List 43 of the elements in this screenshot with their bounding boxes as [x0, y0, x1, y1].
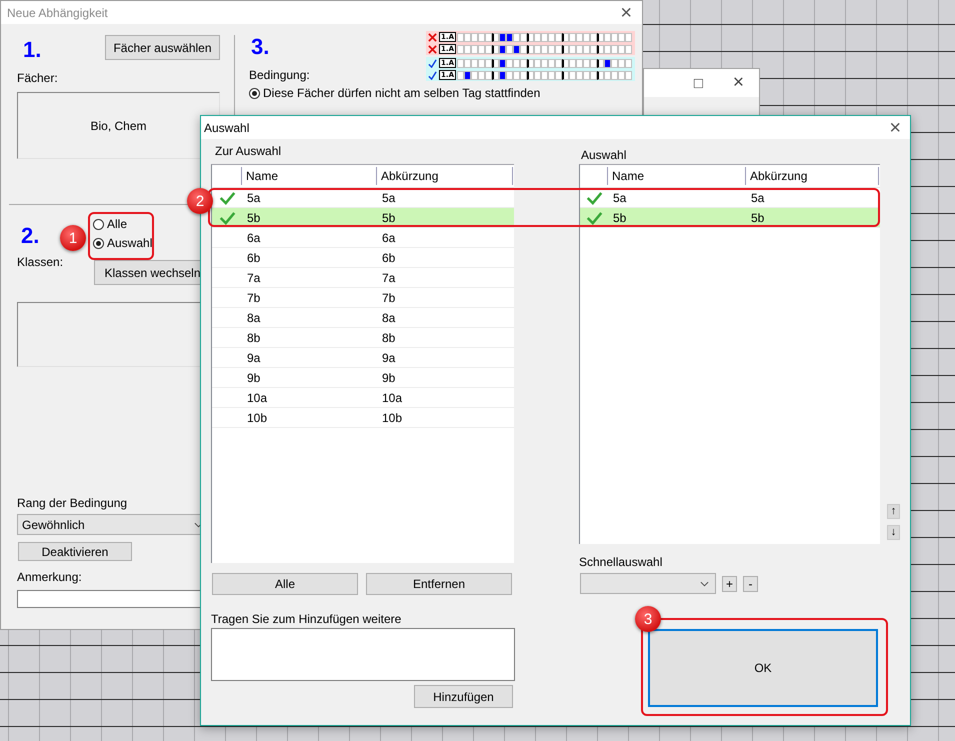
table-cell-text: 5a — [246, 190, 262, 204]
table-cell-text: 10a — [246, 390, 268, 404]
field-label: Rang der Bedingung — [17, 496, 128, 510]
table-cell-text: 8a — [246, 310, 262, 324]
table-cell-text: 10b — [381, 410, 404, 424]
subjects-text: Bio, Chem — [90, 118, 147, 132]
table-cell-text: 7a — [381, 270, 396, 284]
table-cell-text: 5b — [612, 210, 628, 224]
table-cell-text: 7b — [246, 290, 262, 304]
field-label: Schnellauswahl — [579, 555, 662, 569]
table-cell-text: 6b — [246, 250, 262, 264]
table-cell-text: 5b — [246, 210, 262, 224]
field-label: Anmerkung: — [17, 570, 82, 584]
table-cell-text: 9b — [381, 370, 396, 384]
table-cell-text: 10a — [381, 390, 404, 404]
table-cell-text: 5b — [381, 210, 396, 224]
table-cell-text: 7a — [246, 270, 262, 284]
table-cell-text: 10b — [246, 410, 268, 424]
table-cell-text: 6a — [381, 230, 396, 244]
table-cell-text: 5a — [612, 190, 628, 204]
field-label: Bedingung: — [249, 68, 310, 82]
list-label: Zur Auswahl — [215, 144, 282, 158]
window-title: Auswahl — [204, 120, 250, 134]
table-cell-text: 9a — [381, 350, 396, 364]
step-number: 1. — [23, 38, 42, 62]
table-cell-text: 7b — [381, 290, 396, 304]
field-label: Klassen: — [17, 255, 64, 271]
step-number: 2. — [21, 224, 40, 248]
table-cell-text: 8b — [246, 330, 262, 344]
table-cell-text: 5b — [750, 210, 766, 224]
field-label: Tragen Sie zum Hinzufügen weitere — [211, 612, 402, 626]
table-cell-text: 8a — [381, 310, 396, 324]
table-cell-text: 9a — [246, 350, 262, 364]
table-cell-text: 9b — [246, 370, 262, 384]
table-cell-text: 8b — [381, 330, 396, 344]
window-title: Neue Abhängigkeit — [7, 6, 108, 20]
field-label: Fächer: — [17, 71, 59, 85]
table-cell-text: 5a — [750, 190, 766, 204]
table-cell-text: 5a — [381, 190, 396, 204]
list-label: Auswahl — [581, 148, 626, 162]
table-cell-text: 6a — [246, 230, 262, 244]
step-number: 3. — [251, 35, 270, 59]
table-cell-text: 6b — [381, 250, 396, 264]
